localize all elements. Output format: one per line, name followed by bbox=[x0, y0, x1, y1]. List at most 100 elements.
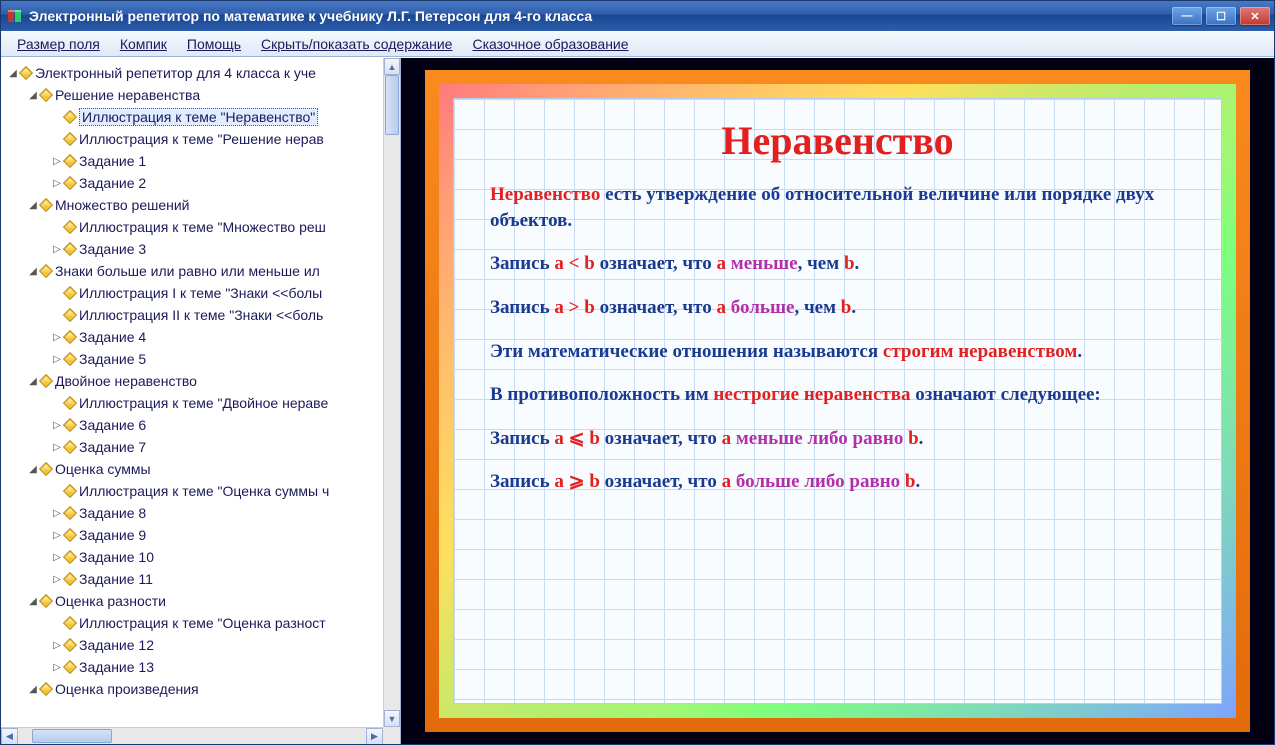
tree-node[interactable]: Иллюстрация к теме "Двойное нераве bbox=[3, 392, 398, 414]
slide-definition: Неравенство есть утверждение об относите… bbox=[490, 182, 1185, 233]
tree-node[interactable]: ▷ Задание 6 bbox=[3, 414, 398, 436]
tree-node[interactable]: Иллюстрация к теме "Оценка разност bbox=[3, 612, 398, 634]
tree-node[interactable]: ▷Задание 10 bbox=[3, 546, 398, 568]
chevron-open-icon[interactable]: ◢ bbox=[27, 596, 39, 607]
tree-node[interactable]: Иллюстрация I к теме "Знаки <<болы bbox=[3, 282, 398, 304]
chevron-closed-icon[interactable]: ▷ bbox=[51, 508, 63, 519]
chevron-closed-icon[interactable]: ▷ bbox=[51, 420, 63, 431]
tree-node[interactable]: ◢ Оценка разности bbox=[3, 590, 398, 612]
tree-node[interactable]: ▷Задание 7 bbox=[3, 436, 398, 458]
tree-scrollbar-horizontal[interactable]: ◀ ▶ bbox=[1, 727, 383, 744]
scroll-up-button[interactable]: ▲ bbox=[384, 58, 400, 75]
chevron-closed-icon[interactable]: ▷ bbox=[51, 332, 63, 343]
slide-title: Неравенство bbox=[490, 117, 1185, 164]
scroll-left-button[interactable]: ◀ bbox=[1, 728, 18, 744]
slide-ge: Запись а ⩾ b означает, что a больше либо… bbox=[490, 469, 1185, 495]
tree-node-label: Решение неравенства bbox=[55, 87, 200, 103]
tree-node[interactable]: ▷Задание 13 bbox=[3, 656, 398, 678]
chevron-open-icon[interactable]: ◢ bbox=[27, 90, 39, 101]
tree-node[interactable]: ▷ Задание 3 bbox=[3, 238, 398, 260]
tree-node[interactable]: ▷ Задание 9 bbox=[3, 524, 398, 546]
maximize-button[interactable]: ☐ bbox=[1206, 7, 1236, 25]
diamond-icon bbox=[63, 396, 77, 410]
chevron-open-icon[interactable]: ◢ bbox=[7, 68, 19, 79]
scroll-h-thumb[interactable] bbox=[32, 729, 112, 743]
menu-help[interactable]: Помощь bbox=[177, 34, 251, 54]
tree-node[interactable]: ▷Задание 5 bbox=[3, 348, 398, 370]
chevron-open-icon[interactable]: ◢ bbox=[27, 464, 39, 475]
diamond-icon bbox=[19, 66, 33, 80]
menu-toggle-toc[interactable]: Скрыть/показать содержание bbox=[251, 34, 462, 54]
chevron-closed-icon[interactable]: ▷ bbox=[51, 156, 63, 167]
scroll-v-track[interactable] bbox=[384, 75, 400, 710]
chevron-closed-icon[interactable]: ▷ bbox=[51, 530, 63, 541]
tree-node[interactable]: ▷Задание 1 bbox=[3, 150, 398, 172]
tree-node-label: Задание 9 bbox=[79, 527, 146, 543]
tree-node-label: Иллюстрация к теме "Оценка разност bbox=[79, 615, 326, 631]
tree-node[interactable]: ▷Задание 12 bbox=[3, 634, 398, 656]
tree-node[interactable]: ◢ Оценка произведения bbox=[3, 678, 398, 700]
tree-node[interactable]: Иллюстрация к теме "Неравенство" bbox=[3, 106, 398, 128]
chevron-open-icon[interactable]: ◢ bbox=[27, 376, 39, 387]
tree-node[interactable]: ◢Знаки больше или равно или меньше ил bbox=[3, 260, 398, 282]
tree-node[interactable]: ◢ Двойное неравенство bbox=[3, 370, 398, 392]
chevron-open-icon[interactable]: ◢ bbox=[27, 266, 39, 277]
tree-node[interactable]: ▷ Задание 8 bbox=[3, 502, 398, 524]
tree-node-label: Задание 2 bbox=[79, 175, 146, 191]
chevron-closed-icon[interactable]: ▷ bbox=[51, 354, 63, 365]
chevron-closed-icon[interactable]: ▷ bbox=[51, 442, 63, 453]
tree-node[interactable]: ▷ Задание 2 bbox=[3, 172, 398, 194]
chevron-closed-icon[interactable]: ▷ bbox=[51, 178, 63, 189]
tree-node[interactable]: ◢Оценка суммы bbox=[3, 458, 398, 480]
window-title: Электронный репетитор по математике к уч… bbox=[29, 8, 1172, 24]
scroll-down-button[interactable]: ▼ bbox=[384, 710, 400, 727]
tree-node[interactable]: ◢Электронный репетитор для 4 класса к уч… bbox=[3, 62, 398, 84]
tree-node[interactable]: Иллюстрация к теме "Решение нерав bbox=[3, 128, 398, 150]
close-button[interactable]: ✕ bbox=[1240, 7, 1270, 25]
scroll-right-button[interactable]: ▶ bbox=[366, 728, 383, 744]
diamond-icon bbox=[63, 506, 77, 520]
chevron-closed-icon[interactable]: ▷ bbox=[51, 574, 63, 585]
chevron-open-icon[interactable]: ◢ bbox=[27, 200, 39, 211]
tree-node-label: Иллюстрация к теме "Двойное нераве bbox=[79, 395, 328, 411]
tree-node[interactable]: ◢Множество решений bbox=[3, 194, 398, 216]
tree-node[interactable]: Иллюстрация к теме "Множество реш bbox=[3, 216, 398, 238]
sidebar: ◢Электронный репетитор для 4 класса к уч… bbox=[1, 58, 401, 744]
tree-node[interactable]: Иллюстрация II к теме "Знаки <<боль bbox=[3, 304, 398, 326]
diamond-icon bbox=[63, 440, 77, 454]
menu-field-size[interactable]: Размер поля bbox=[7, 34, 110, 54]
diamond-icon bbox=[39, 374, 53, 388]
diamond-icon bbox=[63, 638, 77, 652]
minimize-button[interactable]: — bbox=[1172, 7, 1202, 25]
scroll-v-thumb[interactable] bbox=[385, 75, 399, 135]
tree-node-label: Оценка разности bbox=[55, 593, 166, 609]
menu-fairytale-edu[interactable]: Сказочное образование bbox=[462, 34, 638, 54]
tree-node-label: Задание 8 bbox=[79, 505, 146, 521]
diamond-icon bbox=[63, 660, 77, 674]
chevron-closed-icon[interactable]: ▷ bbox=[51, 244, 63, 255]
slide-lt: Запись а < b означает, что a меньше, чем… bbox=[490, 251, 1185, 277]
scrollbar-corner bbox=[383, 727, 400, 744]
tree-node-label: Иллюстрация к теме "Решение нерав bbox=[79, 131, 324, 147]
tree-node[interactable]: ▷Задание 4 bbox=[3, 326, 398, 348]
tree-node-label: Иллюстрация к теме "Оценка суммы ч bbox=[79, 483, 329, 499]
menu-kompik[interactable]: Компик bbox=[110, 34, 177, 54]
chevron-closed-icon[interactable]: ▷ bbox=[51, 640, 63, 651]
chevron-closed-icon[interactable]: ▷ bbox=[51, 662, 63, 673]
scroll-h-track[interactable] bbox=[18, 728, 366, 744]
chevron-closed-icon[interactable]: ▷ bbox=[51, 552, 63, 563]
tree-node[interactable]: ◢ Решение неравенства bbox=[3, 84, 398, 106]
tree-node[interactable]: Иллюстрация к теме "Оценка суммы ч bbox=[3, 480, 398, 502]
tree-node-label: Оценка произведения bbox=[55, 681, 199, 697]
slide-le: Запись а ⩽ b означает, что a меньше либо… bbox=[490, 426, 1185, 452]
diamond-icon bbox=[63, 220, 77, 234]
tree-node-label: Задание 6 bbox=[79, 417, 146, 433]
tree-scrollbar-vertical[interactable]: ▲ ▼ bbox=[383, 58, 400, 727]
app-icon bbox=[7, 8, 23, 24]
diamond-icon bbox=[63, 528, 77, 542]
chevron-open-icon[interactable]: ◢ bbox=[27, 684, 39, 695]
titlebar[interactable]: Электронный репетитор по математике к уч… bbox=[1, 1, 1274, 31]
tree-node[interactable]: ▷Задание 11 bbox=[3, 568, 398, 590]
tree-node-label: Двойное неравенство bbox=[55, 373, 197, 389]
tree-node-label: Задание 3 bbox=[79, 241, 146, 257]
